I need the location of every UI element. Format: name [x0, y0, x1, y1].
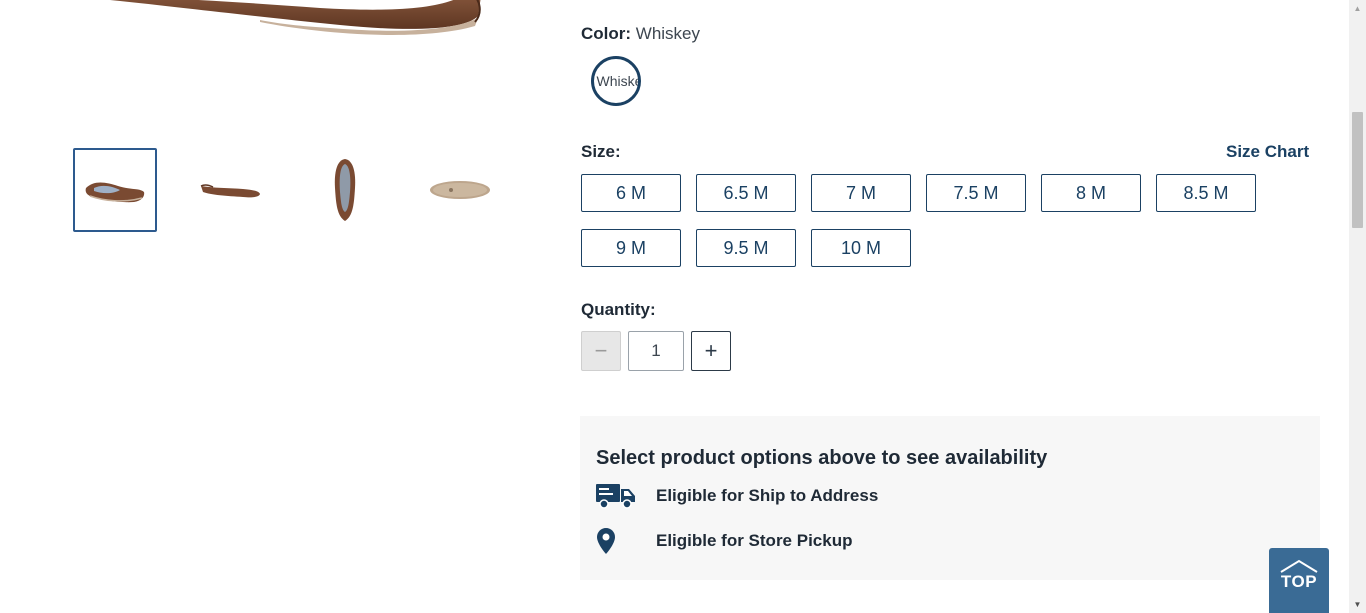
- shoe-top-image: [334, 159, 356, 221]
- ship-to-address-row: Eligible for Ship to Address: [596, 481, 878, 511]
- thumbnail-angle-view[interactable]: [73, 148, 157, 232]
- size-option-9m[interactable]: 9 M: [581, 229, 681, 267]
- store-pickup-text: Eligible for Store Pickup: [656, 531, 853, 550]
- size-option-10m[interactable]: 10 M: [811, 229, 911, 267]
- quantity-label: Quantity:: [581, 300, 656, 319]
- scroll-down-arrow-icon[interactable]: ▼: [1349, 596, 1366, 613]
- size-option-7-5m[interactable]: 7.5 M: [926, 174, 1026, 212]
- size-label: Size:: [581, 142, 621, 161]
- color-value: Whiskey: [635, 24, 701, 43]
- availability-title: Select product options above to see avai…: [596, 447, 1048, 469]
- thumbnail-sole-view[interactable]: [418, 148, 502, 232]
- quantity-input[interactable]: 1: [628, 331, 684, 371]
- swatch-alt-text: Whiskey: [596, 73, 638, 89]
- size-option-6m[interactable]: 6 M: [581, 174, 681, 212]
- quantity-increase-button[interactable]: +: [691, 331, 731, 371]
- product-main-image: [90, 0, 510, 45]
- color-label: Color:: [581, 24, 632, 43]
- size-option-6-5m[interactable]: 6.5 M: [696, 174, 796, 212]
- size-option-8m[interactable]: 8 M: [1041, 174, 1141, 212]
- shoe-side-image: [200, 184, 260, 198]
- ship-to-address-text: Eligible for Ship to Address: [656, 486, 879, 505]
- size-option-9-5m[interactable]: 9.5 M: [696, 229, 796, 267]
- scroll-up-arrow-icon[interactable]: ▲: [1349, 0, 1366, 17]
- truck-icon: [596, 482, 656, 510]
- color-swatch-whiskey[interactable]: Whiskey: [591, 56, 641, 106]
- shoe-angle-image: [85, 182, 145, 203]
- back-to-top-label: TOP: [1280, 572, 1318, 591]
- back-to-top-button[interactable]: TOP: [1269, 548, 1329, 613]
- page-scrollbar[interactable]: ▲ ▼: [1349, 0, 1366, 613]
- thumbnail-side-view[interactable]: [188, 148, 272, 232]
- quantity-decrease-button[interactable]: −: [581, 331, 621, 371]
- shoe-sole-image: [430, 181, 490, 199]
- scrollbar-thumb[interactable]: [1352, 112, 1363, 228]
- size-option-8-5m[interactable]: 8.5 M: [1156, 174, 1256, 212]
- thumbnail-top-view[interactable]: [303, 148, 387, 232]
- availability-panel: Select product options above to see avai…: [580, 416, 1320, 580]
- map-pin-icon: [596, 528, 656, 554]
- size-chart-link[interactable]: Size Chart: [1226, 142, 1309, 162]
- color-label-row: Color: Whiskey: [581, 24, 700, 44]
- store-pickup-row: Eligible for Store Pickup: [596, 526, 852, 556]
- size-option-7m[interactable]: 7 M: [811, 174, 911, 212]
